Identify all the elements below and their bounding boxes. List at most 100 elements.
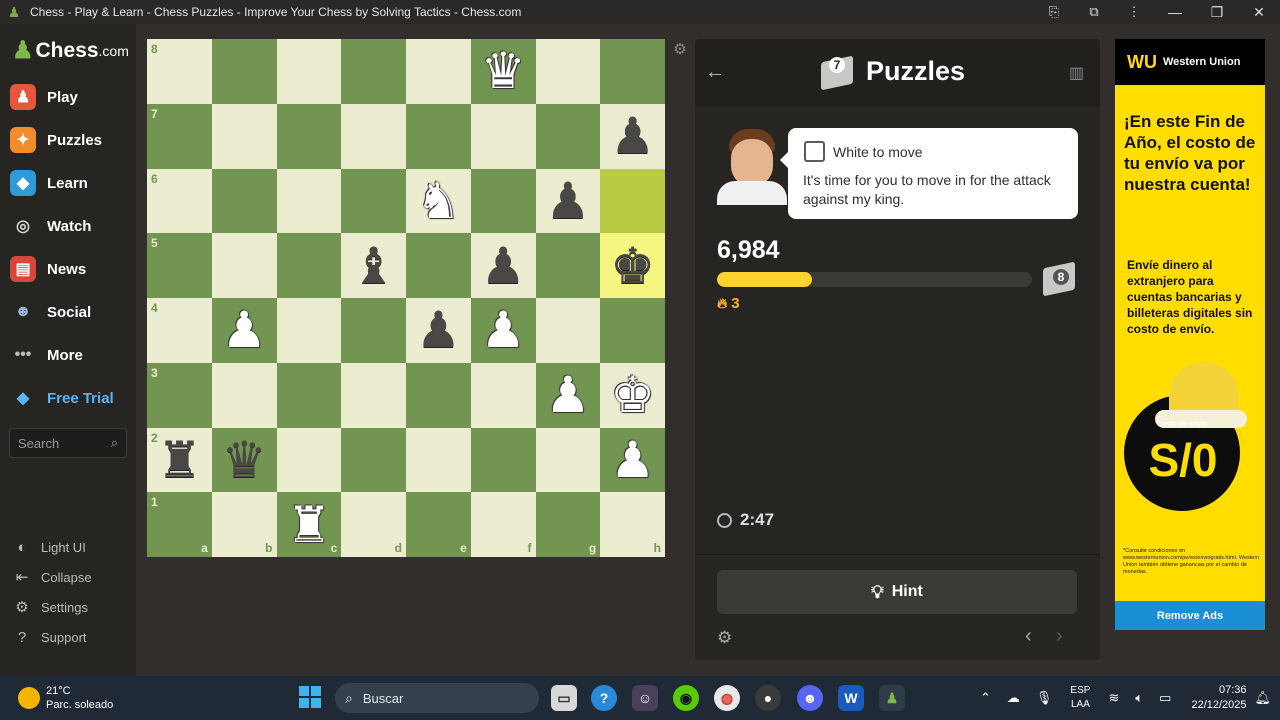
taskbar-clock[interactable]: 07:36 22/12/2025: [1191, 683, 1246, 713]
square-f6[interactable]: [470, 168, 536, 234]
sidebar-item-play[interactable]: ♟ Play: [10, 79, 130, 115]
square-h5[interactable]: ♚: [600, 233, 665, 298]
black-bishop-piece[interactable]: ♝: [351, 241, 396, 291]
square-b1[interactable]: b: [211, 492, 277, 557]
discord-icon[interactable]: ☻: [797, 685, 823, 711]
square-d3[interactable]: [341, 362, 406, 428]
chevron-up-icon[interactable]: ⌃: [980, 690, 991, 706]
stats-icon[interactable]: ▥: [1069, 63, 1084, 83]
panel-settings-gear-icon[interactable]: ⚙: [717, 628, 732, 648]
square-e5[interactable]: [406, 233, 471, 298]
square-c7[interactable]: [276, 103, 342, 169]
white-queen-piece[interactable]: ♛: [481, 46, 526, 96]
chess-logo[interactable]: ♟ Chess .com: [12, 36, 129, 65]
black-pawn-piece[interactable]: ♟: [481, 241, 526, 291]
square-b6[interactable]: [211, 168, 277, 234]
remove-ads-button[interactable]: Remove Ads: [1115, 601, 1265, 630]
weather-widget[interactable]: 21°C Parc. soleado: [18, 684, 113, 712]
black-queen-piece[interactable]: ♛: [222, 435, 267, 485]
square-h2[interactable]: ♟: [600, 427, 665, 493]
settings-link[interactable]: ⚙ Settings: [12, 595, 132, 619]
white-pawn-piece[interactable]: ♟: [481, 305, 526, 355]
square-d1[interactable]: d: [341, 492, 406, 557]
character-app-icon[interactable]: ☺: [632, 685, 658, 711]
square-a4[interactable]: 4: [147, 298, 212, 363]
collapse-button[interactable]: ⇤ Collapse: [12, 565, 132, 589]
square-h1[interactable]: h: [600, 492, 665, 557]
minimize-button[interactable]: —: [1154, 0, 1196, 24]
word-icon[interactable]: W: [838, 685, 864, 711]
white-pawn-piece[interactable]: ♟: [610, 435, 655, 485]
sidebar-item-watch[interactable]: ◎ Watch: [10, 208, 130, 244]
square-e2[interactable]: [406, 427, 471, 493]
square-e3[interactable]: [406, 362, 471, 428]
network-warning-icon[interactable]: ☁: [1007, 690, 1020, 706]
board-settings-gear-icon[interactable]: ⚙: [671, 40, 689, 58]
translate-icon[interactable]: ⎘: [1034, 0, 1074, 24]
square-e4[interactable]: ♟: [406, 298, 471, 363]
search-icon[interactable]: ⌕: [111, 435, 118, 451]
square-g1[interactable]: g: [535, 492, 601, 557]
square-d2[interactable]: [341, 427, 406, 493]
sidebar-item-puzzles[interactable]: ✦ Puzzles: [10, 122, 130, 158]
square-c2[interactable]: [276, 427, 342, 493]
square-f8[interactable]: ♛: [470, 39, 536, 104]
square-d8[interactable]: [341, 39, 406, 104]
square-g3[interactable]: ♟: [535, 362, 601, 428]
next-arrow-icon[interactable]: ›: [1056, 625, 1063, 648]
volume-icon[interactable]: 🔈︎: [1135, 690, 1143, 706]
sidebar-item-more[interactable]: ••• More: [10, 337, 130, 373]
microphone-icon[interactable]: 🎙︎: [1036, 690, 1053, 706]
square-b7[interactable]: [211, 103, 277, 169]
square-e8[interactable]: [406, 39, 471, 104]
sidebar-search-input[interactable]: Search ⌕: [9, 428, 127, 458]
square-a2[interactable]: 2 ♜: [147, 427, 212, 493]
square-g7[interactable]: [535, 103, 601, 169]
square-g4[interactable]: [535, 298, 601, 363]
sidebar-item-social[interactable]: ☻ Social: [10, 294, 130, 330]
square-b2[interactable]: ♛: [211, 427, 277, 493]
square-h4[interactable]: [600, 298, 665, 363]
taskbar-search-input[interactable]: ⌕ Buscar: [335, 683, 539, 713]
square-d6[interactable]: [341, 168, 406, 234]
black-pawn-piece[interactable]: ♟: [610, 111, 655, 161]
black-pawn-piece[interactable]: ♟: [416, 305, 461, 355]
square-f3[interactable]: [470, 362, 536, 428]
white-king-piece[interactable]: ♚: [610, 370, 655, 420]
square-e1[interactable]: e: [406, 492, 471, 557]
square-b3[interactable]: [211, 362, 277, 428]
square-f4[interactable]: ♟: [470, 298, 536, 363]
square-c6[interactable]: [276, 168, 342, 234]
white-pawn-piece[interactable]: ♟: [545, 370, 590, 420]
black-pawn-piece[interactable]: ♟: [545, 176, 590, 226]
extensions-icon[interactable]: ⧉: [1074, 0, 1114, 24]
chess-board[interactable]: 8 ♛ 7 ♟ 6 ♞ ♟ 5 ♝ ♟ ♚ 4 ♟ ♟ ♟ 3 ♟ ♚ 2 ♜ ♛ ♟ 1 a b c ♜ d e f g h: [147, 39, 665, 557]
sidebar-item-free-trial[interactable]: ◆ Free Trial: [10, 380, 130, 416]
chrome-icon[interactable]: ◍: [714, 685, 740, 711]
wifi-icon[interactable]: ≋: [1108, 690, 1119, 706]
hint-button[interactable]: 💡︎ Hint: [717, 570, 1077, 614]
white-knight-piece[interactable]: ♞: [416, 176, 461, 226]
notification-bell-icon[interactable]: 🔔︎: [1255, 690, 1272, 706]
duolingo-icon[interactable]: ◉: [673, 685, 699, 711]
square-g8[interactable]: [535, 39, 601, 104]
square-g2[interactable]: [535, 427, 601, 493]
square-e6[interactable]: ♞: [406, 168, 471, 234]
windows-start-icon[interactable]: [299, 686, 321, 708]
support-link[interactable]: ? Support: [12, 625, 132, 649]
square-f1[interactable]: f: [470, 492, 536, 557]
back-arrow-icon[interactable]: ←: [705, 61, 725, 84]
square-g5[interactable]: [535, 233, 601, 298]
square-f5[interactable]: ♟: [470, 233, 536, 298]
square-b8[interactable]: [211, 39, 277, 104]
square-a3[interactable]: 3: [147, 362, 212, 428]
square-c5[interactable]: [276, 233, 342, 298]
square-d4[interactable]: [341, 298, 406, 363]
battery-icon[interactable]: ▭: [1159, 690, 1171, 706]
chess-taskbar-icon[interactable]: ♟: [879, 685, 905, 711]
white-pawn-piece[interactable]: ♟: [222, 305, 267, 355]
menu-dots-icon[interactable]: ⋮: [1114, 0, 1154, 24]
advertisement[interactable]: WU Western Union ¡En este Fin de Año, el…: [1115, 39, 1265, 630]
square-h7[interactable]: ♟: [600, 103, 665, 169]
help-app-icon[interactable]: ?: [591, 685, 617, 711]
